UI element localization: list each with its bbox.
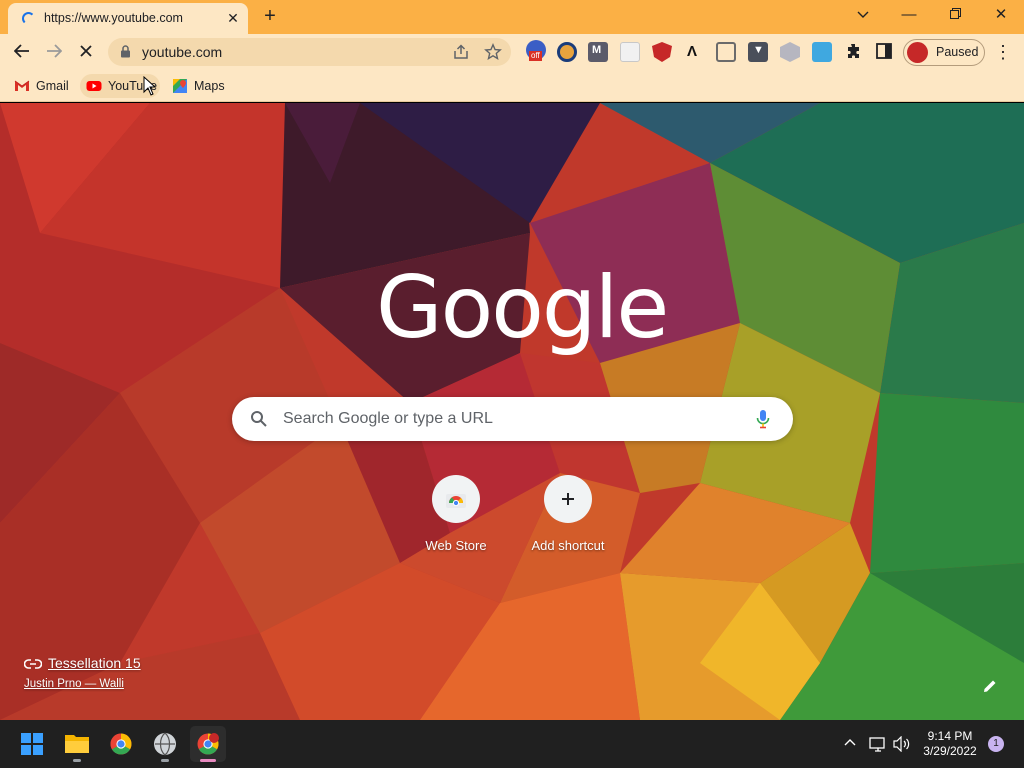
shortcut-icon-circle (544, 475, 592, 523)
google-logo: Google (376, 258, 669, 358)
search-input[interactable]: Search Google or type a URL (283, 410, 493, 428)
blank-extension-icon[interactable] (620, 42, 640, 62)
shield-extension-icon[interactable] (652, 42, 672, 62)
forward-button[interactable] (41, 39, 67, 65)
active-indicator (200, 759, 216, 762)
lock-icon[interactable] (120, 45, 131, 58)
volume-icon[interactable] (893, 736, 911, 752)
profile-button[interactable]: Paused (903, 39, 985, 66)
stop-loading-button[interactable] (73, 39, 99, 65)
shortcut-label: Web Store (425, 538, 487, 553)
mouse-cursor-icon (143, 76, 157, 96)
address-bar[interactable]: youtube.com (108, 38, 511, 66)
new-tab-button[interactable]: + (258, 4, 282, 28)
attribution-author-link[interactable]: Justin Prno — Walli (24, 678, 124, 690)
tab-search-chevron-icon[interactable] (848, 2, 878, 28)
maps-icon (173, 79, 187, 93)
system-clock[interactable]: 9:14 PM 3/29/2022 (918, 729, 982, 759)
windows-start-icon (21, 733, 43, 755)
windows-start-button[interactable] (14, 726, 50, 762)
link-icon (24, 659, 42, 669)
back-button[interactable] (9, 39, 35, 65)
bookmark-star-icon[interactable] (484, 43, 502, 61)
avatar (907, 42, 928, 63)
search-icon (251, 411, 267, 427)
url-text[interactable]: youtube.com (142, 44, 222, 60)
cube-extension-icon[interactable] (780, 42, 800, 62)
new-tab-page: Google Search Google or type a URL Web S… (0, 103, 1024, 720)
microphone-icon[interactable] (756, 409, 770, 429)
pcloud-icon[interactable] (557, 42, 577, 62)
chrome-profile-taskbar-button[interactable] (190, 726, 226, 762)
search-box[interactable]: Search Google or type a URL (232, 397, 793, 441)
puzzle-icon[interactable] (844, 42, 862, 60)
m-extension-icon[interactable]: M (588, 42, 608, 62)
loading-spinner-icon (22, 12, 35, 25)
youtube-icon (86, 81, 102, 91)
shortcut-icon-circle (432, 475, 480, 523)
web-store-icon (446, 494, 466, 508)
share-icon[interactable] (452, 43, 470, 61)
cloud-extension-icon[interactable] (812, 42, 832, 62)
notification-badge[interactable]: 1 (988, 736, 1004, 752)
profile-status: Paused (936, 45, 979, 59)
running-indicator (73, 759, 81, 762)
shortcut-web-store[interactable]: Web Store (406, 471, 506, 561)
attribution-title-link[interactable]: Tessellation 15 (48, 655, 141, 671)
add-shortcut-button[interactable]: Add shortcut (518, 471, 618, 561)
a-extension-icon[interactable]: Λ (684, 42, 704, 62)
side-panel-icon[interactable] (876, 43, 892, 59)
bookmark-gmail[interactable]: Gmail (8, 74, 74, 98)
network-icon[interactable] (869, 736, 887, 752)
tab-title: https://www.youtube.com (44, 11, 183, 25)
app-icon (154, 732, 176, 756)
bookmark-maps[interactable]: Maps (166, 74, 232, 98)
tab-close-icon[interactable]: ✕ (224, 9, 242, 27)
minimize-button[interactable]: — (894, 2, 924, 28)
bookmark-label: Gmail (36, 79, 69, 93)
chrome-taskbar-button[interactable] (103, 726, 139, 762)
close-window-button[interactable]: ✕ (986, 2, 1016, 28)
chrome-icon (110, 733, 132, 755)
customize-pencil-icon[interactable] (982, 678, 998, 694)
gmail-icon (14, 80, 30, 91)
window-extension-icon[interactable] (716, 42, 736, 62)
file-explorer-icon (65, 735, 89, 753)
chrome-profile-icon (197, 733, 219, 755)
show-hidden-icons-chevron-icon[interactable] (843, 736, 857, 750)
clock-date: 3/29/2022 (923, 744, 977, 758)
menu-kebab-icon[interactable]: ⋮ (993, 39, 1013, 65)
clock-time: 9:14 PM (927, 729, 973, 743)
taskbar: 9:14 PM 3/29/2022 1 (0, 720, 1024, 768)
bookmark-label: Maps (194, 79, 225, 93)
shortcut-label: Add shortcut (531, 538, 605, 553)
plus-icon (562, 493, 574, 505)
app-taskbar-button[interactable] (147, 726, 183, 762)
file-explorer-button[interactable] (59, 726, 95, 762)
toolbar: youtube.com off M Λ ▼ Paused ⋮ (0, 34, 1024, 70)
adblock-off-icon[interactable]: off (526, 40, 546, 61)
bookmarks-bar: Gmail YouTube Maps (0, 70, 1024, 102)
pocket-icon[interactable]: ▼ (748, 42, 768, 62)
title-bar: https://www.youtube.com ✕ + — ✕ (0, 0, 1024, 34)
restore-button[interactable] (940, 2, 970, 28)
running-indicator (161, 759, 169, 762)
tab-youtube[interactable]: https://www.youtube.com ✕ (8, 3, 248, 34)
